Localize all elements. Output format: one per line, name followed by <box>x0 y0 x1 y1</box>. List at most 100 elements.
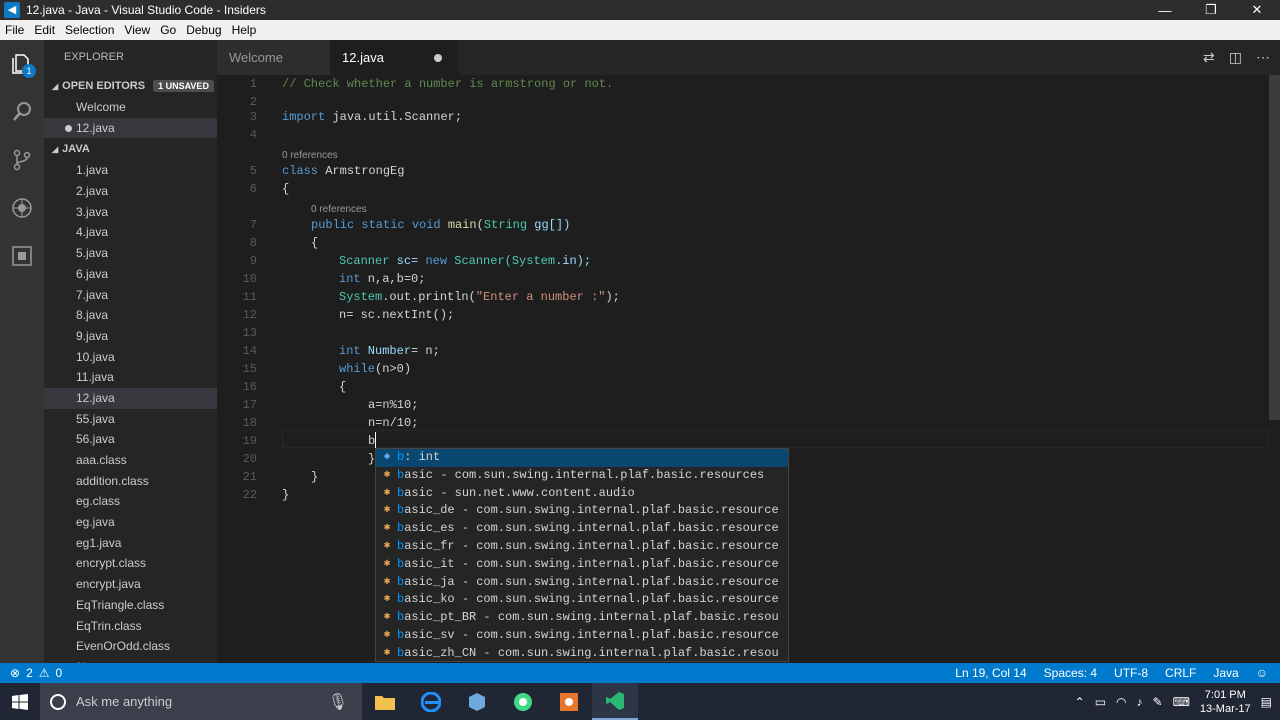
file-item[interactable]: aaa.class <box>44 450 217 471</box>
menu-selection[interactable]: Selection <box>60 23 119 37</box>
menu-go[interactable]: Go <box>155 23 181 37</box>
file-explorer-taskbar[interactable] <box>362 683 408 720</box>
file-item[interactable]: 9.java <box>44 326 217 347</box>
maximize-button[interactable]: ❐ <box>1188 0 1234 20</box>
scrollbar-thumb[interactable] <box>1269 75 1280 420</box>
line-ending[interactable]: CRLF <box>1165 666 1196 680</box>
search-icon <box>13 102 31 121</box>
microphone-icon[interactable]: 🎙 <box>328 692 348 712</box>
open-editor-item-active[interactable]: 12.java <box>44 117 217 139</box>
file-item[interactable]: eg.class <box>44 491 217 512</box>
suggestion-item[interactable]: ✱ b asic_fr - com.sun.swing.internal.plaf.… <box>376 538 788 556</box>
close-button[interactable]: ✕ <box>1234 0 1280 20</box>
explorer-activity[interactable]: 1 <box>0 40 44 88</box>
module-icon: ✱ <box>383 486 391 499</box>
minimize-button[interactable]: — <box>1142 0 1188 20</box>
keyword: while <box>339 362 376 376</box>
menu-edit[interactable]: Edit <box>29 23 60 37</box>
editor-scrollbar[interactable] <box>1269 75 1280 663</box>
edge-taskbar[interactable] <box>408 683 454 720</box>
suggestion-item[interactable]: ✱ b asic_pt_BR - com.sun.swing.internal.pl… <box>376 609 788 627</box>
file-item[interactable]: 55.java <box>44 409 217 430</box>
file-item[interactable]: EqTriangle.class <box>44 595 217 616</box>
encoding[interactable]: UTF-8 <box>1114 666 1148 680</box>
unsaved-dot-icon[interactable] <box>433 53 442 62</box>
suggestion-item[interactable]: ✱ b asic - com.sun.swing.internal.plaf.bas… <box>376 467 788 485</box>
file-item[interactable]: 12.java <box>44 387 217 409</box>
warning-icon[interactable]: ⚠ <box>39 666 50 680</box>
java-folder-header[interactable]: ◢ JAVA <box>44 138 217 160</box>
file-item[interactable]: 1.java <box>44 160 217 181</box>
android-studio-taskbar[interactable] <box>500 683 546 720</box>
suggestion-item[interactable]: ◈ b : int <box>376 449 788 467</box>
suggestion-match: b <box>397 574 405 589</box>
file-item[interactable]: addition.class <box>44 471 217 492</box>
wifi-icon[interactable]: ◠ <box>1116 695 1126 709</box>
file-item[interactable]: 4.java <box>44 222 217 243</box>
file-item[interactable]: encrypt.java <box>44 574 217 595</box>
file-item[interactable]: eg1.java <box>44 533 217 554</box>
extensions-activity[interactable] <box>0 232 44 280</box>
code-text: ); <box>605 290 620 304</box>
codelens-references[interactable]: 0 references <box>311 204 367 215</box>
search-activity[interactable] <box>0 88 44 136</box>
volume-icon[interactable]: ♪ <box>1137 695 1143 709</box>
indentation[interactable]: Spaces: 4 <box>1044 666 1097 680</box>
feedback-icon[interactable]: ☺ <box>1256 666 1268 680</box>
suggestion-item[interactable]: ✱ b asic_zh_CN - com.sun.swing.internal.pl… <box>376 645 788 663</box>
suggestion-item[interactable]: ✱ b asic_de - com.sun.swing.internal.plaf.… <box>376 502 788 520</box>
suggestion-item[interactable]: ✱ b asic_ko - com.sun.swing.internal.plaf.… <box>376 591 788 609</box>
menu-file[interactable]: File <box>0 23 29 37</box>
show-hidden-icons-icon[interactable]: ⌃ <box>1075 695 1085 709</box>
file-item[interactable]: EvenOrOdd.class <box>44 636 217 657</box>
file-item[interactable]: 2.java <box>44 181 217 202</box>
more-actions-icon[interactable]: ⋯ <box>1256 49 1270 66</box>
suggestion-item[interactable]: ✱ b asic_it - com.sun.swing.internal.plaf.… <box>376 556 788 574</box>
codelens-references[interactable]: 0 references <box>282 150 338 161</box>
open-changes-icon[interactable]: ⇄ <box>1203 49 1215 66</box>
open-editors-header[interactable]: ◢ OPEN EDITORS 1 UNSAVED <box>44 75 217 97</box>
file-item[interactable]: EqTrin.class <box>44 616 217 637</box>
file-item[interactable]: 11.java <box>44 367 217 388</box>
pen-icon[interactable]: ✎ <box>1153 695 1163 709</box>
suggestion-item[interactable]: ✱ b asic_ja - com.sun.swing.internal.plaf.… <box>376 574 788 592</box>
source-control-activity[interactable] <box>0 136 44 184</box>
language-mode[interactable]: Java <box>1213 666 1238 680</box>
menu-debug[interactable]: Debug <box>181 23 226 37</box>
tab-12-java[interactable]: 12.java <box>330 40 458 75</box>
notifications-icon[interactable]: ▤ <box>1261 695 1272 709</box>
start-button[interactable] <box>0 683 40 720</box>
warning-count[interactable]: 0 <box>56 666 63 680</box>
code-println: System.out.println("Enter a number :"); <box>339 288 620 306</box>
code-text: gg[]) <box>527 218 571 232</box>
file-item[interactable]: 3.java <box>44 202 217 223</box>
tab-welcome[interactable]: Welcome <box>217 40 330 75</box>
file-item[interactable]: 56.java <box>44 429 217 450</box>
cortana-search[interactable]: Ask me anything 🎙 <box>40 683 362 720</box>
suggestion-item[interactable]: ✱ b asic_sv - com.sun.swing.internal.plaf.… <box>376 627 788 645</box>
debug-activity[interactable] <box>0 184 44 232</box>
file-item[interactable]: 8.java <box>44 305 217 326</box>
network-icon[interactable]: ▭ <box>1095 695 1106 709</box>
autocomplete-popup[interactable]: ◈ b : int ✱ b asic - com.sun.swing.internal.… <box>375 448 789 662</box>
keyboard-icon[interactable]: ⌨ <box>1173 695 1190 709</box>
file-item[interactable]: 5.java <box>44 243 217 264</box>
split-editor-icon[interactable]: ◫ <box>1229 49 1242 66</box>
suggestion-item[interactable]: ✱ b asic_es - com.sun.swing.internal.plaf.… <box>376 520 788 538</box>
vscode-taskbar[interactable] <box>592 683 638 720</box>
cursor-position[interactable]: Ln 19, Col 14 <box>955 666 1026 680</box>
app-taskbar[interactable] <box>454 683 500 720</box>
orange-app-taskbar[interactable] <box>546 683 592 720</box>
open-editor-item[interactable]: Welcome <box>44 97 217 118</box>
file-item[interactable]: 7.java <box>44 285 217 306</box>
error-icon[interactable]: ⊗ <box>10 666 20 680</box>
file-item[interactable]: 10.java <box>44 347 217 368</box>
menu-view[interactable]: View <box>119 23 155 37</box>
error-count[interactable]: 2 <box>26 666 33 680</box>
clock[interactable]: 7:01 PM 13-Mar-17 <box>1200 688 1251 716</box>
file-item[interactable]: eg.java <box>44 512 217 533</box>
menu-help[interactable]: Help <box>227 23 262 37</box>
suggestion-item[interactable]: ✱ b asic - sun.net.www.content.audio <box>376 485 788 503</box>
file-item[interactable]: encrypt.class <box>44 553 217 574</box>
file-item[interactable]: 6.java <box>44 264 217 285</box>
